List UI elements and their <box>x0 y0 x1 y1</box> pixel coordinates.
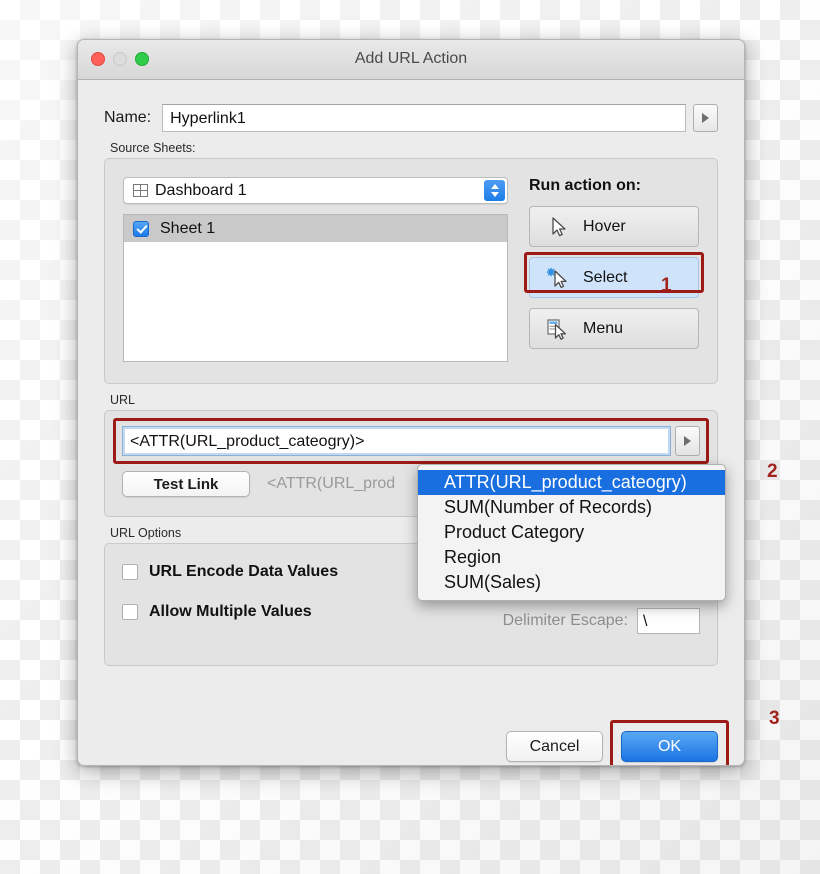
delimiter-escape-input[interactable]: \ <box>637 608 700 634</box>
name-row: Name: Hyperlink1 <box>104 104 718 132</box>
sheet-list[interactable]: Sheet 1 <box>123 214 508 362</box>
dialog-titlebar: Add URL Action <box>78 40 744 80</box>
name-label: Name: <box>104 109 152 126</box>
menu-item-sum-number-of-records[interactable]: SUM(Number of Records) <box>418 495 725 520</box>
cursor-arrow-sparkle-icon <box>546 267 572 289</box>
delimiter-escape-row: Delimiter Escape: \ <box>503 608 700 634</box>
allow-multiple-checkbox[interactable] <box>122 604 138 620</box>
dialog-footer: Cancel OK <box>506 720 729 765</box>
dashboard-select-stepper[interactable] <box>484 180 505 201</box>
run-action-menu-label: Menu <box>583 319 624 337</box>
menu-item-product-category[interactable]: Product Category <box>418 520 725 545</box>
source-sheets-label: Source Sheets: <box>110 141 196 155</box>
dialog-title: Add URL Action <box>354 50 468 67</box>
source-sheets-group: Dashboard 1 Sheet 1 Run action on: Hover… <box>104 158 718 384</box>
name-insert-field-button[interactable] <box>693 104 718 132</box>
sheet-checkbox[interactable] <box>133 220 149 237</box>
source-sheets-left: Dashboard 1 Sheet 1 <box>123 177 508 383</box>
add-url-action-dialog: Add URL Action Name: Hyperlink1 Source S… <box>77 39 745 766</box>
run-action-select-button[interactable]: Select <box>524 252 704 298</box>
list-item[interactable]: Sheet 1 <box>124 215 507 242</box>
play-triangle-icon <box>684 436 691 446</box>
url-input[interactable]: <ATTR(URL_product_cateogry)> <box>122 426 671 456</box>
annotation-step-1: 1 <box>661 275 672 296</box>
ok-button-wrap: OK <box>610 720 729 765</box>
run-action-title: Run action on: <box>529 177 641 194</box>
url-insert-field-button[interactable] <box>675 426 700 456</box>
url-preview-text: <ATTR(URL_prod <box>267 475 396 492</box>
url-input-row: <ATTR(URL_product_cateogry)> <box>113 418 709 464</box>
menu-item-sum-sales[interactable]: SUM(Sales) <box>418 570 725 595</box>
annotation-step-3: 3 <box>769 708 780 729</box>
annotation-step-2: 2 <box>767 461 778 482</box>
allow-multiple-label: Allow Multiple Values <box>149 603 312 620</box>
menu-item-attr-url-product-cateogry[interactable]: ATTR(URL_product_cateogry) <box>418 470 725 495</box>
cancel-button[interactable]: Cancel <box>506 731 603 762</box>
dashboard-select[interactable]: Dashboard 1 <box>123 177 508 204</box>
cursor-arrow-icon <box>546 216 572 238</box>
run-action-panel: Run action on: Hover Select Menu <box>524 177 704 383</box>
play-triangle-icon <box>702 113 709 123</box>
sheet-label: Sheet 1 <box>160 219 216 237</box>
field-dropdown-menu[interactable]: ATTR(URL_product_cateogry) SUM(Number of… <box>417 464 726 601</box>
ok-button[interactable]: OK <box>621 731 718 762</box>
dashboard-select-value: Dashboard 1 <box>155 181 247 199</box>
menu-item-region[interactable]: Region <box>418 545 725 570</box>
run-action-hover-button[interactable]: Hover <box>529 206 699 247</box>
url-label: URL <box>110 393 136 407</box>
dashboard-grid-icon <box>133 184 148 197</box>
run-action-hover-label: Hover <box>583 217 626 235</box>
run-action-menu-button[interactable]: Menu <box>529 308 699 349</box>
name-input[interactable]: Hyperlink1 <box>162 104 686 132</box>
cursor-arrow-menu-icon <box>546 318 572 340</box>
url-encode-checkbox[interactable] <box>122 564 138 580</box>
test-link-button[interactable]: Test Link <box>122 471 250 497</box>
url-encode-label: URL Encode Data Values <box>149 563 339 580</box>
run-action-select-label: Select <box>583 268 628 286</box>
chevron-down-icon <box>490 192 499 197</box>
chevron-up-icon <box>490 184 499 189</box>
delimiter-escape-label: Delimiter Escape: <box>502 612 628 629</box>
